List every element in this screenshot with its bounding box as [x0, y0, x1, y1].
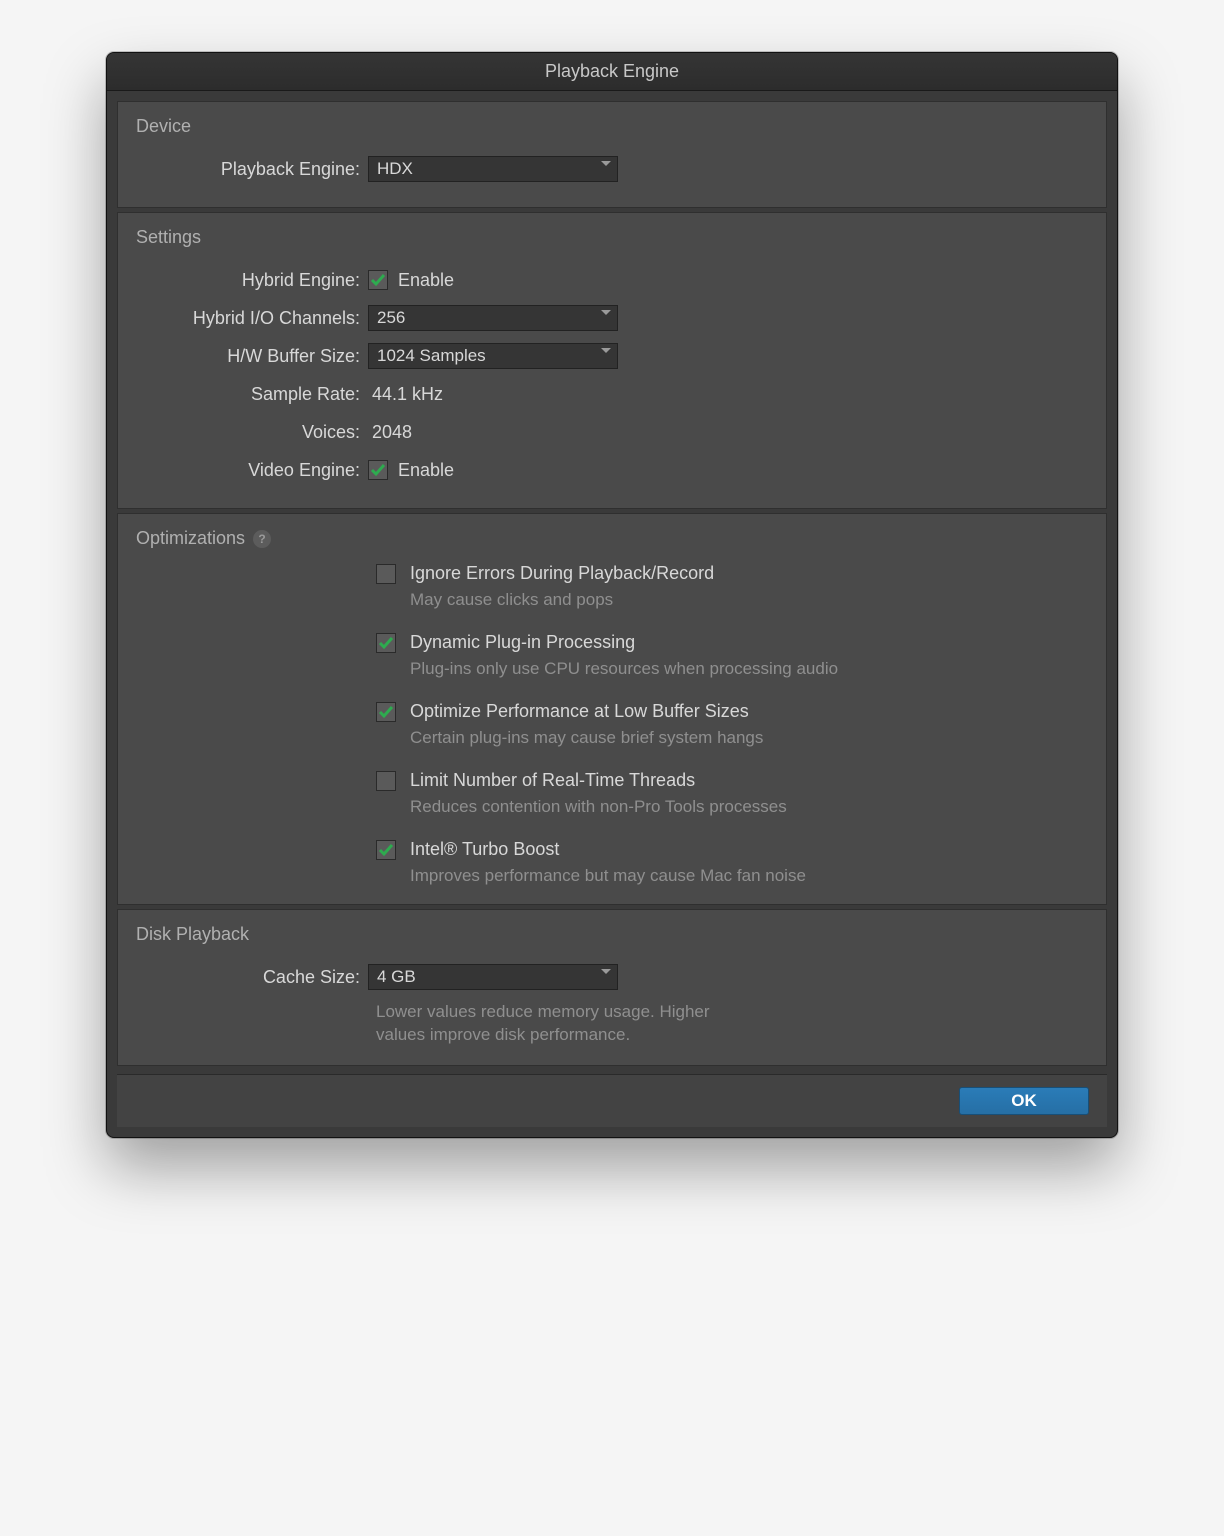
optimization-desc: Reduces contention with non-Pro Tools pr… — [376, 797, 1088, 817]
playback-engine-value: HDX — [377, 159, 413, 179]
optimization-item: Dynamic Plug-in Processing Plug-ins only … — [376, 632, 1088, 679]
chevron-down-icon — [601, 348, 611, 353]
video-engine-row: Video Engine: Enable — [136, 452, 1088, 488]
hybrid-engine-checkbox[interactable] — [368, 270, 388, 290]
optimization-label: Intel® Turbo Boost — [410, 839, 559, 860]
video-engine-checkbox[interactable] — [368, 460, 388, 480]
playback-engine-window: Playback Engine Device Playback Engine: … — [106, 52, 1118, 1138]
optimization-desc: May cause clicks and pops — [376, 590, 1088, 610]
optimization-item: Intel® Turbo Boost Improves performance b… — [376, 839, 1088, 886]
disk-heading: Disk Playback — [136, 924, 1088, 945]
optimizations-heading: Optimizations ? — [136, 528, 1088, 549]
optimization-label: Optimize Performance at Low Buffer Sizes — [410, 701, 749, 722]
hybrid-io-label: Hybrid I/O Channels: — [136, 308, 368, 329]
optimization-checkbox[interactable] — [376, 840, 396, 860]
optimization-checkbox[interactable] — [376, 771, 396, 791]
device-section: Device Playback Engine: HDX — [117, 101, 1107, 208]
chevron-down-icon — [601, 310, 611, 315]
optimization-desc: Improves performance but may cause Mac f… — [376, 866, 1088, 886]
optimizations-list: Ignore Errors During Playback/Record May … — [136, 563, 1088, 886]
hybrid-engine-label: Hybrid Engine: — [136, 270, 368, 291]
voices-row: Voices: 2048 — [136, 414, 1088, 450]
hybrid-io-value: 256 — [377, 308, 405, 328]
chevron-down-icon — [601, 161, 611, 166]
cache-size-note: Lower values reduce memory usage. Higher… — [136, 1001, 756, 1047]
window-body: Device Playback Engine: HDX Settings Hyb… — [107, 91, 1117, 1066]
optimization-label: Ignore Errors During Playback/Record — [410, 563, 714, 584]
hw-buffer-dropdown[interactable]: 1024 Samples — [368, 343, 618, 369]
optimizations-heading-text: Optimizations — [136, 528, 245, 549]
sample-rate-row: Sample Rate: 44.1 kHz — [136, 376, 1088, 412]
cache-size-dropdown[interactable]: 4 GB — [368, 964, 618, 990]
settings-section: Settings Hybrid Engine: Enable Hybrid I/… — [117, 212, 1107, 509]
footer-bar: OK — [117, 1074, 1107, 1127]
device-heading: Device — [136, 116, 1088, 137]
hw-buffer-value: 1024 Samples — [377, 346, 486, 366]
hybrid-io-dropdown[interactable]: 256 — [368, 305, 618, 331]
settings-heading: Settings — [136, 227, 1088, 248]
cache-size-value: 4 GB — [377, 967, 416, 987]
optimization-item: Ignore Errors During Playback/Record May … — [376, 563, 1088, 610]
optimization-item: Limit Number of Real-Time Threads Reduces… — [376, 770, 1088, 817]
ok-button[interactable]: OK — [959, 1087, 1089, 1115]
cache-size-label: Cache Size: — [136, 967, 368, 988]
disk-playback-section: Disk Playback Cache Size: 4 GB Lower val… — [117, 909, 1107, 1066]
optimization-label: Dynamic Plug-in Processing — [410, 632, 635, 653]
optimization-desc: Plug-ins only use CPU resources when pro… — [376, 659, 1088, 679]
chevron-down-icon — [601, 969, 611, 974]
playback-engine-row: Playback Engine: HDX — [136, 151, 1088, 187]
hw-buffer-row: H/W Buffer Size: 1024 Samples — [136, 338, 1088, 374]
playback-engine-dropdown[interactable]: HDX — [368, 156, 618, 182]
hybrid-engine-row: Hybrid Engine: Enable — [136, 262, 1088, 298]
voices-value: 2048 — [368, 422, 412, 443]
playback-engine-label: Playback Engine: — [136, 159, 368, 180]
sample-rate-value: 44.1 kHz — [368, 384, 443, 405]
optimization-checkbox[interactable] — [376, 564, 396, 584]
optimizations-section: Optimizations ? Ignore Errors During Pla… — [117, 513, 1107, 905]
hybrid-io-row: Hybrid I/O Channels: 256 — [136, 300, 1088, 336]
cache-size-row: Cache Size: 4 GB — [136, 959, 1088, 995]
optimization-checkbox[interactable] — [376, 702, 396, 722]
hybrid-engine-enable-text: Enable — [398, 270, 454, 291]
help-icon[interactable]: ? — [253, 530, 271, 548]
optimization-label: Limit Number of Real-Time Threads — [410, 770, 695, 791]
optimization-desc: Certain plug-ins may cause brief system … — [376, 728, 1088, 748]
video-engine-enable-text: Enable — [398, 460, 454, 481]
optimization-item: Optimize Performance at Low Buffer Sizes… — [376, 701, 1088, 748]
window-title: Playback Engine — [107, 53, 1117, 91]
video-engine-label: Video Engine: — [136, 460, 368, 481]
hw-buffer-label: H/W Buffer Size: — [136, 346, 368, 367]
sample-rate-label: Sample Rate: — [136, 384, 368, 405]
voices-label: Voices: — [136, 422, 368, 443]
optimization-checkbox[interactable] — [376, 633, 396, 653]
